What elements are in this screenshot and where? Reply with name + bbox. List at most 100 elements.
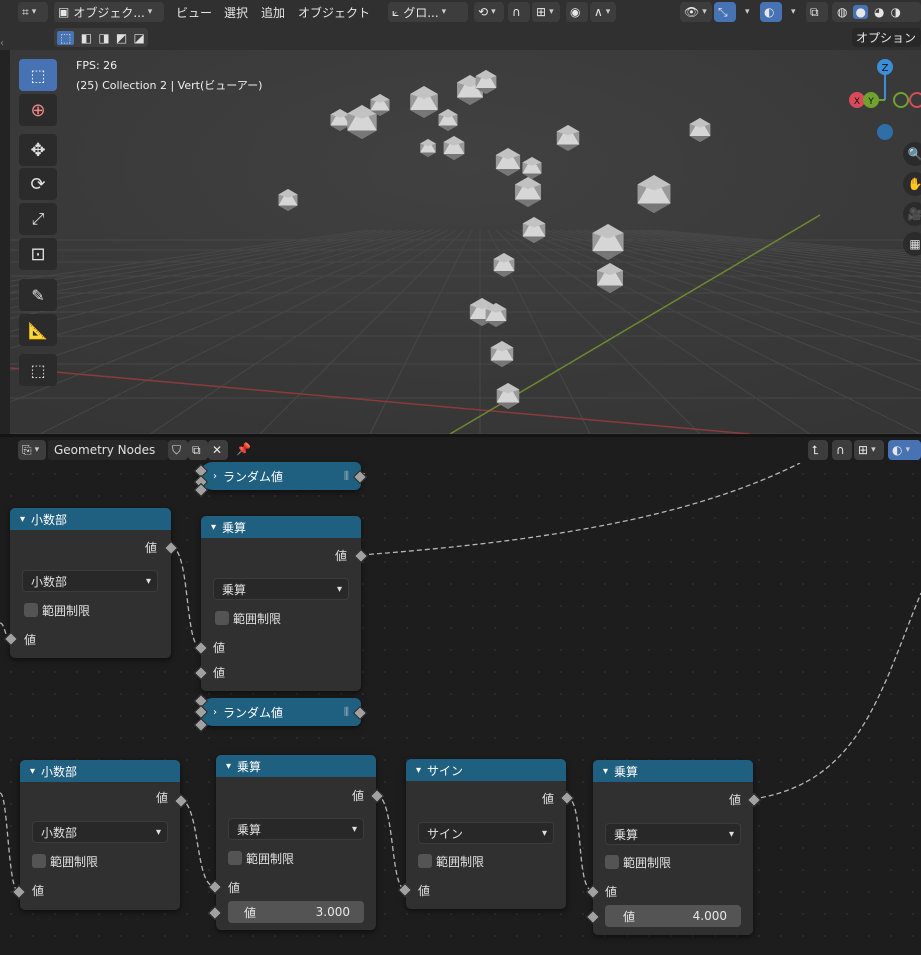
falloff-curve-icon: ∧: [594, 5, 603, 19]
operation-select[interactable]: 小数部 ▾: [32, 821, 168, 843]
clamp-checkbox[interactable]: [215, 611, 229, 625]
move-tool[interactable]: ✥: [19, 134, 57, 166]
solid-shading-icon[interactable]: ●: [853, 5, 868, 19]
node-header[interactable]: ▾ 乗算: [201, 516, 361, 538]
node-sine[interactable]: ▾ サイン 値 サイン ▾ 範囲制限 値: [406, 759, 566, 909]
transform-orientation-label: グロ...: [403, 5, 439, 20]
gizmo-dropdown[interactable]: ▾: [738, 2, 752, 22]
proportional-edit-toggle[interactable]: ◉: [566, 2, 588, 22]
menu-select[interactable]: 選択: [224, 2, 248, 22]
add-cube-tool[interactable]: ⬚: [19, 354, 57, 386]
mode-select[interactable]: ▣ オブジェク... ▾: [54, 2, 164, 22]
clamp-label: 範囲制限: [233, 612, 282, 626]
3d-viewport[interactable]: FPS: 26 (25) Collection 2 | Vert(ビューアー) …: [10, 50, 921, 434]
operation-select[interactable]: 小数部 ▾: [22, 570, 158, 592]
node-editor-canvas[interactable]: › ランダム値 ⦀ ▾ 小数部 値 小数部 ▾ 範囲制限 値 ▾ 乗算 値 乗算 ▾ 範…: [0, 462, 921, 955]
operation-select[interactable]: サイン ▾: [418, 822, 554, 844]
node-header[interactable]: ▾ 小数部: [20, 760, 180, 782]
duplicate-button[interactable]: ⧉: [188, 440, 208, 460]
zoom-icon: 🔍: [907, 147, 921, 161]
node-snap-toggle[interactable]: ∩: [832, 440, 852, 460]
menu-add[interactable]: 追加: [261, 2, 285, 22]
node-tree-name-field[interactable]: Geometry Nodes: [48, 440, 168, 460]
wireframe-shading-icon[interactable]: ◍: [837, 5, 847, 19]
perspective-toggle[interactable]: ▦: [903, 232, 921, 256]
chevron-left-icon[interactable]: ‹: [0, 38, 4, 49]
select-invert-icon[interactable]: ◩: [116, 31, 127, 45]
fake-user-button[interactable]: ⛉: [168, 440, 188, 460]
annotate-tool[interactable]: ✎: [19, 279, 57, 311]
pivot-point-button[interactable]: ⟲ ▾: [474, 2, 504, 22]
input-label: 値: [32, 884, 45, 898]
parent-node-tree-button[interactable]: ⮤: [808, 440, 828, 460]
scale-tool[interactable]: ⤢: [19, 203, 57, 235]
chevron-down-icon: ▾: [871, 445, 876, 455]
pan-button[interactable]: ✋: [903, 172, 921, 196]
select-box-tool[interactable]: ⬚: [19, 59, 57, 91]
node-multiply-2[interactable]: ▾ 乗算 値 乗算 ▾ 範囲制限 値 値 3.000: [216, 755, 376, 930]
falloff-button[interactable]: ∧ ▾: [590, 2, 616, 22]
value-field[interactable]: 値 3.000: [228, 901, 364, 923]
node-overlay-toggle[interactable]: ◐ ▾: [888, 440, 921, 460]
camera-view-button[interactable]: 🎥: [903, 202, 921, 226]
node-fraction-2[interactable]: ▾ 小数部 値 小数部 ▾ 範囲制限 値: [20, 760, 180, 910]
rendered-shading-icon[interactable]: ◑: [890, 5, 900, 19]
options-button[interactable]: オプション: [852, 28, 921, 47]
value-field[interactable]: 値 4.000: [605, 905, 741, 927]
measure-tool[interactable]: 📐: [19, 314, 57, 346]
zoom-button[interactable]: 🔍: [903, 142, 921, 166]
node-multiply-1[interactable]: ▾ 乗算 値 乗算 ▾ 範囲制限 値 値: [201, 516, 361, 691]
overlay-toggle[interactable]: ◐: [760, 2, 782, 22]
operation-select[interactable]: 乗算 ▾: [213, 578, 349, 600]
visibility-button[interactable]: 👁 ▾: [680, 2, 712, 22]
clamp-label: 範囲制限: [246, 852, 295, 866]
link-mult3-out: [752, 592, 921, 800]
grid-perspective-icon: ▦: [909, 237, 921, 251]
input-label-1: 値: [228, 881, 241, 895]
gizmo-toggle[interactable]: ⤡: [714, 2, 736, 22]
chevron-down-icon: ▾: [145, 575, 151, 587]
unlink-button[interactable]: ✕: [208, 440, 228, 460]
select-intersect-icon[interactable]: ◪: [134, 31, 145, 45]
transform-tool[interactable]: ⊡: [19, 238, 57, 270]
node-random-value-bottom[interactable]: › ランダム値 ⦀: [199, 698, 361, 726]
overlay-dropdown[interactable]: ▾: [784, 2, 798, 22]
cursor-tool[interactable]: ⊕: [19, 94, 57, 126]
clamp-label: 範囲制限: [436, 855, 485, 869]
node-fraction-1[interactable]: ▾ 小数部 値 小数部 ▾ 範囲制限 値: [10, 508, 171, 658]
clamp-checkbox[interactable]: [32, 854, 46, 868]
select-new-icon[interactable]: ⬚: [57, 30, 75, 45]
node-editor-type-button[interactable]: ⎘ ▾: [18, 440, 46, 460]
select-extend-icon[interactable]: ◧: [81, 31, 92, 45]
node-random-value-top[interactable]: › ランダム値 ⦀: [199, 462, 361, 490]
node-multiply-3[interactable]: ▾ 乗算 値 乗算 ▾ 範囲制限 値 値 4.000: [593, 760, 753, 935]
select-subtract-icon[interactable]: ◨: [98, 31, 109, 45]
value-field-number: 4.000: [692, 909, 727, 923]
node-header[interactable]: ▾ 乗算: [593, 760, 753, 782]
clamp-checkbox[interactable]: [24, 603, 38, 617]
xray-toggle[interactable]: ⧉: [806, 2, 828, 22]
material-shading-icon[interactable]: ◕: [874, 5, 884, 19]
node-header[interactable]: ▾ サイン: [406, 759, 566, 781]
menu-view[interactable]: ビュー: [176, 2, 212, 22]
rotate-tool[interactable]: ⟳: [19, 168, 57, 200]
transform-orientation-select[interactable]: ⟀ グロ... ▾: [388, 2, 468, 22]
chevron-down-icon: ▾: [491, 7, 496, 17]
node-header[interactable]: ▾ 乗算: [216, 755, 376, 777]
snap-target-button[interactable]: ⊞ ▾: [532, 2, 560, 22]
chevron-down-icon: ▾: [31, 7, 37, 17]
node-snap-target-button[interactable]: ⊞ ▾: [854, 440, 884, 460]
operation-select[interactable]: 乗算 ▾: [228, 818, 364, 840]
operation-select[interactable]: 乗算 ▾: [605, 823, 741, 845]
clamp-checkbox[interactable]: [418, 854, 432, 868]
snap-toggle[interactable]: ∩: [508, 2, 530, 22]
clamp-checkbox[interactable]: [228, 851, 242, 865]
pin-button[interactable]: 📌: [236, 442, 251, 456]
input-label: 値: [24, 633, 37, 647]
output-label: 値: [155, 791, 168, 805]
node-header[interactable]: ▾ 小数部: [10, 508, 171, 530]
menu-object[interactable]: オブジェクト: [298, 2, 370, 22]
clamp-checkbox[interactable]: [605, 855, 619, 869]
editor-type-button[interactable]: ⌗ ▾: [18, 2, 48, 22]
navigation-gizmo[interactable]: Z X Y: [845, 55, 921, 145]
